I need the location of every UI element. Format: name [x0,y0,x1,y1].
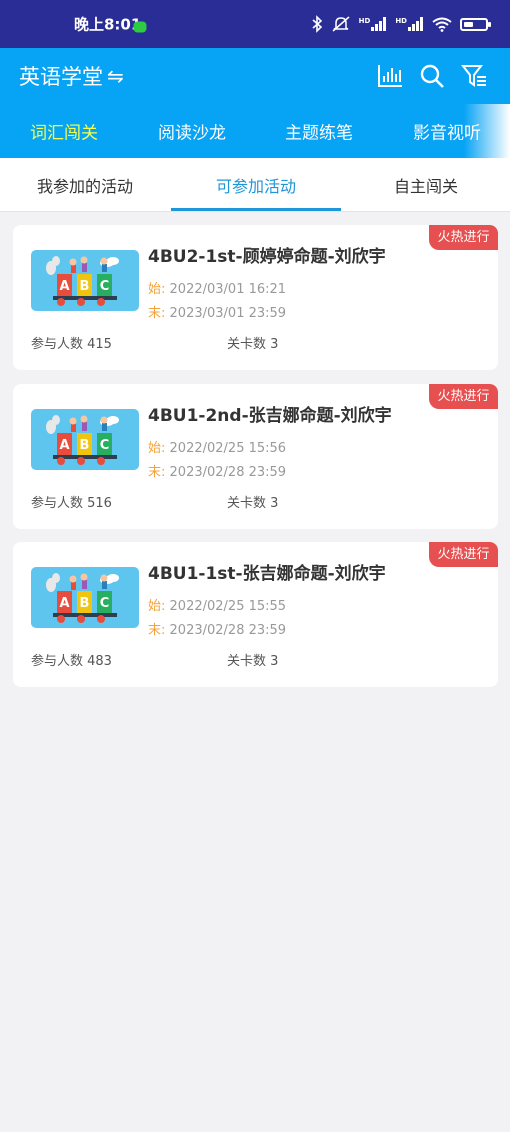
activity-card[interactable]: A B C 4BU1-2nd-张吉娜命题-刘欣宇 始: 2022/02/25 1… [13,384,498,529]
bluetooth-icon [311,15,323,33]
wechat-notification-icon [133,21,147,33]
signal-icon-2: HD [395,17,424,31]
svg-text:A: A [59,438,69,453]
participant-count: 参与人数 415 [31,337,112,352]
mute-bell-icon [331,15,351,33]
activity-card[interactable]: A B C 4BU2-1st-顾婷婷命题-刘欣宇 始: 2022/03/01 1… [13,225,498,370]
search-icon[interactable] [418,62,446,90]
battery-icon [460,17,491,31]
header-actions [376,62,488,90]
abc-train-thumbnail: A B C [31,567,139,628]
status-time: 晚上8:01 [74,15,142,34]
start-date: 2022/02/25 15:55 [169,599,287,614]
activity-title: 4BU1-1st-张吉娜命题-刘欣宇 [148,564,386,584]
status-icons: HD HD [311,15,491,33]
svg-text:A: A [59,596,69,611]
tab-reading[interactable]: 阅读沙龙 [158,119,226,144]
signal-icon-1: HD [359,17,388,31]
level-count: 关卡数 3 [227,496,279,511]
participant-count: 参与人数 483 [31,654,112,669]
wifi-icon [432,17,452,32]
tabs-scroll-fade [464,104,510,158]
tab-vocabulary[interactable]: 词汇闯关 [30,119,98,144]
app-title: 英语学堂 [19,65,103,89]
end-date: 2023/02/28 23:59 [169,465,287,480]
app-header: 英语学堂 ⇋ [0,48,510,104]
svg-text:B: B [80,596,90,611]
activity-start: 始: 2022/02/25 15:55 [148,595,286,614]
bar-chart-icon[interactable] [376,62,404,90]
status-bar: 晚上8:01 HD HD [0,0,510,48]
activity-title: 4BU2-1st-顾婷婷命题-刘欣宇 [148,247,386,267]
activity-end: 末: 2023/02/28 23:59 [148,619,286,638]
end-date: 2023/03/01 23:59 [169,306,287,321]
activity-end: 末: 2023/02/28 23:59 [148,461,286,480]
filter-icon[interactable] [460,62,488,90]
hot-status-badge: 火热进行 [429,542,498,567]
svg-text:C: C [100,596,110,611]
category-tabs: 词汇闯关 阅读沙龙 主题练笔 影音视听 [0,104,510,158]
activity-start: 始: 2022/02/25 15:56 [148,437,286,456]
svg-text:B: B [80,279,90,294]
tab-my-activities[interactable]: 我参加的活动 [37,173,133,197]
svg-text:C: C [100,438,110,453]
end-label: 末: [148,623,166,638]
level-count: 关卡数 3 [227,337,279,352]
tab-writing[interactable]: 主题练笔 [285,119,353,144]
end-label: 末: [148,465,166,480]
start-label: 始: [148,441,166,456]
start-date: 2022/02/25 15:56 [169,441,287,456]
app-title-switcher[interactable]: 英语学堂 ⇋ [19,61,124,91]
hot-status-badge: 火热进行 [429,384,498,409]
activity-start: 始: 2022/03/01 16:21 [148,278,286,297]
start-label: 始: [148,282,166,297]
start-label: 始: [148,599,166,614]
activity-title: 4BU1-2nd-张吉娜命题-刘欣宇 [148,406,392,426]
tab-self-challenge[interactable]: 自主闯关 [394,173,458,197]
hot-status-badge: 火热进行 [429,225,498,250]
activity-card[interactable]: A B C 4BU1-1st-张吉娜命题-刘欣宇 始: 2022/02/25 1… [13,542,498,687]
svg-text:B: B [80,438,90,453]
battery-level [464,21,473,27]
start-date: 2022/03/01 16:21 [169,282,287,297]
end-label: 末: [148,306,166,321]
svg-text:C: C [100,279,110,294]
abc-train-thumbnail: A B C [31,250,139,311]
abc-train-thumbnail: A B C [31,409,139,470]
switch-icon: ⇋ [107,64,124,88]
level-count: 关卡数 3 [227,654,279,669]
end-date: 2023/02/28 23:59 [169,623,287,638]
participant-count: 参与人数 516 [31,496,112,511]
tab-available-activities[interactable]: 可参加活动 [216,173,296,197]
active-tab-indicator [171,208,341,211]
svg-text:A: A [59,279,69,294]
sub-tabs: 我参加的活动 可参加活动 自主闯关 [0,158,510,212]
activity-end: 末: 2023/03/01 23:59 [148,302,286,321]
